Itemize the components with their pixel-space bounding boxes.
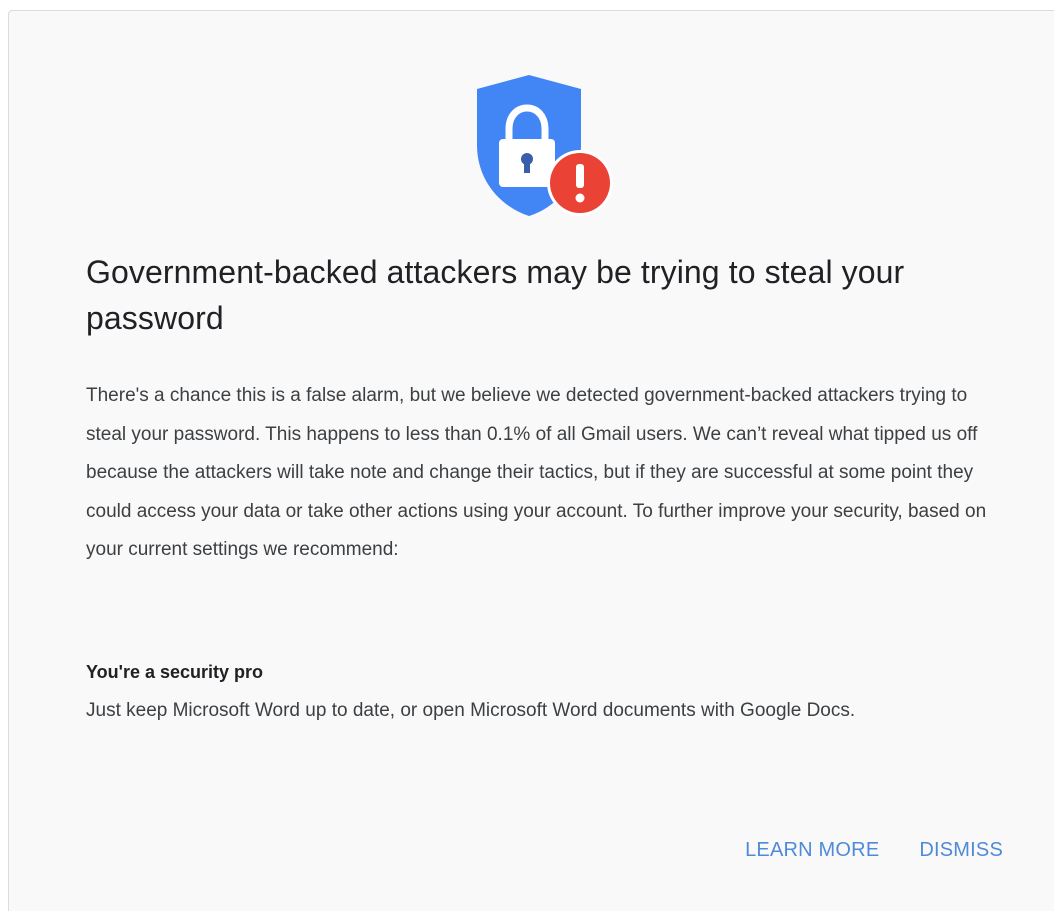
shield-lock-alert-icon	[471, 75, 621, 230]
security-alert-dialog: Government-backed attackers may be tryin…	[8, 10, 1054, 911]
recommendation-title: You're a security pro	[86, 662, 264, 682]
alert-badge-icon	[547, 150, 613, 216]
recommendation-text: Just keep Microsoft Word up to date, or …	[86, 700, 856, 721]
dismiss-button[interactable]: DISMISS	[919, 831, 1003, 870]
shield-icon	[477, 75, 613, 216]
dialog-actions: LEARN MORE DISMISS	[745, 831, 1003, 870]
dialog-body: There's a chance this is a false alarm, …	[86, 385, 987, 560]
dialog-title: Government-backed attackers may be tryin…	[86, 254, 905, 336]
learn-more-button[interactable]: LEARN MORE	[745, 831, 879, 870]
